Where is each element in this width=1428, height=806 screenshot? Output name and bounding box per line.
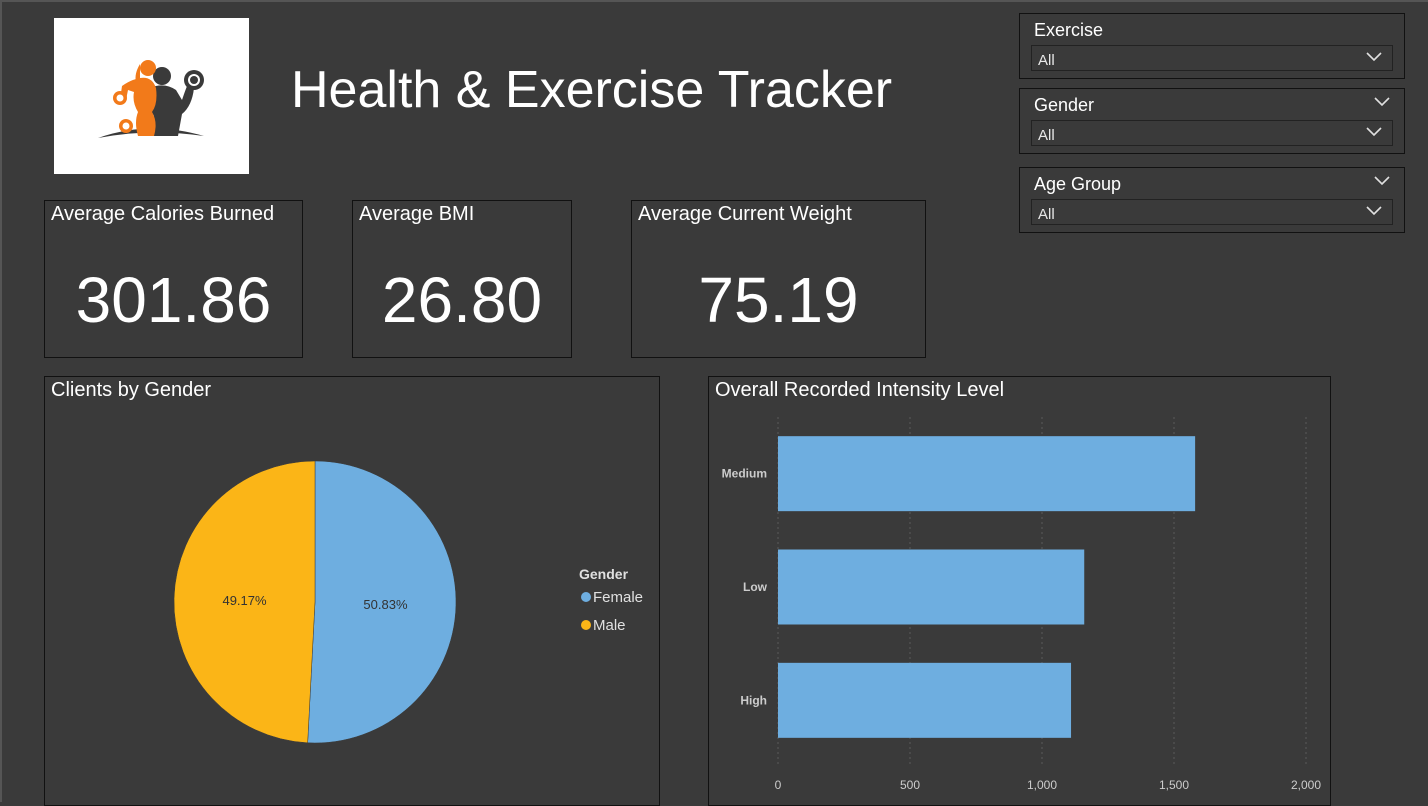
legend-swatch-female	[581, 592, 591, 602]
age-group-dropdown[interactable]: All	[1031, 199, 1393, 225]
gender-dropdown[interactable]: All	[1031, 120, 1393, 146]
kpi-label: Average Calories Burned	[51, 203, 275, 225]
bar-chart: Medium Low High 0 500 1,000 1,500 2,000	[722, 417, 1321, 792]
legend-item-male[interactable]: Male	[593, 617, 626, 634]
fitness-couple-icon	[98, 60, 204, 138]
legend-title: Gender	[579, 566, 629, 582]
kpi-value: 301.86	[75, 264, 272, 336]
slicer-label: Age Group	[1034, 174, 1122, 194]
page-title: Health & Exercise Tracker	[291, 61, 893, 119]
exercise-dropdown[interactable]: All	[1031, 45, 1393, 71]
kpi-value: 26.80	[381, 264, 543, 336]
dropdown-value: All	[1038, 206, 1055, 223]
x-tick-label: 2,000	[1291, 778, 1321, 792]
x-tick-label: 1,500	[1159, 778, 1189, 792]
pie-data-label: 50.83%	[363, 597, 408, 612]
kpi-card-bmi: Average BMI 26.80	[352, 200, 572, 358]
x-tick-label: 1,000	[1027, 778, 1057, 792]
slicer-gender[interactable]: Gender All	[1019, 88, 1405, 154]
legend-swatch-male	[581, 620, 591, 630]
fitness-logo	[54, 18, 249, 174]
left-border	[0, 0, 2, 802]
slicer-age-group[interactable]: Age Group All	[1019, 167, 1405, 233]
kpi-label: Average BMI	[359, 203, 475, 225]
slicer-exercise[interactable]: Exercise All	[1019, 13, 1405, 79]
chevron-down-icon[interactable]	[1366, 206, 1382, 216]
bar-chart-panel: Overall Recorded Intensity Level Medium L…	[708, 376, 1331, 806]
kpi-label: Average Current Weight	[638, 203, 852, 225]
kpi-value: 75.19	[698, 264, 859, 336]
dropdown-value: All	[1038, 127, 1055, 144]
chevron-down-icon[interactable]	[1374, 97, 1390, 107]
bar-medium[interactable]	[778, 436, 1196, 512]
chevron-down-icon[interactable]	[1374, 176, 1390, 186]
kpi-card-calories: Average Calories Burned 301.86	[44, 200, 303, 358]
x-tick-label: 0	[775, 778, 782, 792]
pie-chart: 50.83% 49.17% Gender Female Male	[173, 460, 643, 744]
slicer-label: Exercise	[1034, 20, 1104, 40]
pie-chart-panel: Clients by Gender 50.83% 49.17% Gender Fe…	[44, 376, 660, 806]
pie-data-label: 49.17%	[222, 593, 267, 608]
bar-low[interactable]	[778, 549, 1085, 625]
bar-high[interactable]	[778, 662, 1072, 738]
category-label: Low	[743, 580, 768, 594]
dropdown-value: All	[1038, 52, 1055, 69]
category-label: High	[740, 693, 767, 707]
legend-item-female[interactable]: Female	[593, 589, 643, 606]
chevron-down-icon[interactable]	[1366, 127, 1382, 137]
category-label: Medium	[722, 467, 767, 481]
slicer-label: Gender	[1034, 95, 1095, 115]
kpi-card-weight: Average Current Weight 75.19	[631, 200, 926, 358]
top-border	[0, 0, 1428, 2]
chevron-down-icon[interactable]	[1366, 52, 1382, 62]
x-tick-label: 500	[900, 778, 920, 792]
